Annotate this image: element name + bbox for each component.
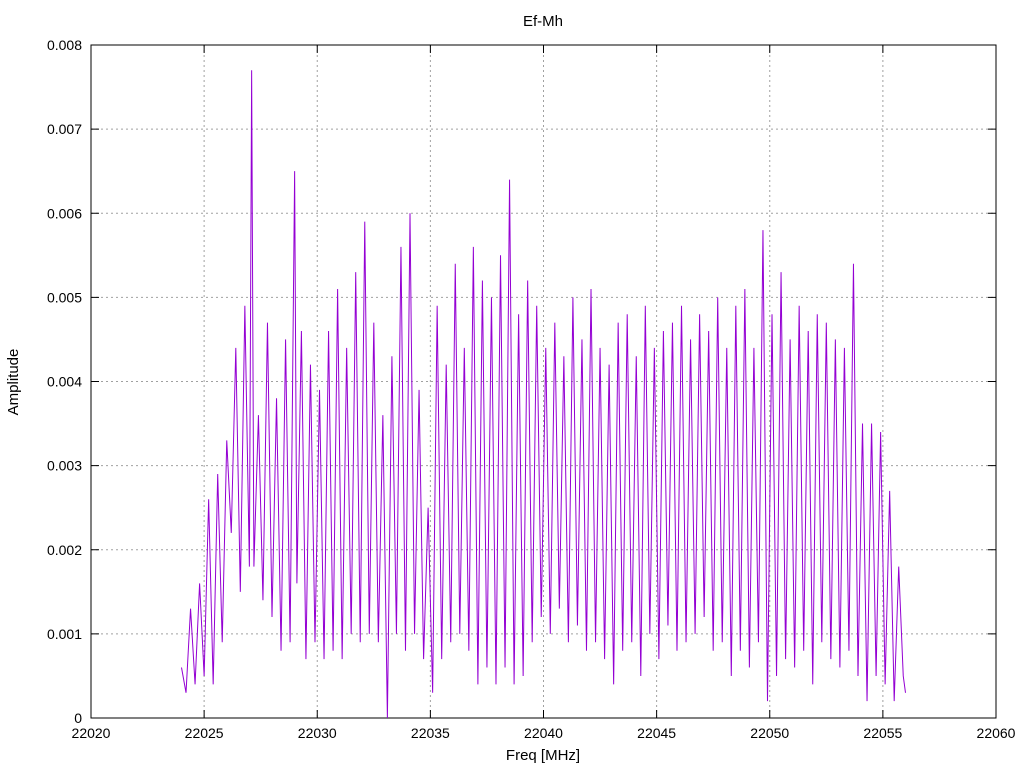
chart-background [0, 0, 1024, 768]
y-tick-label: 0.007 [47, 121, 82, 137]
y-tick-label: 0.006 [47, 205, 82, 221]
x-tick-label: 22045 [637, 725, 676, 741]
chart-title: Ef-Mh [523, 13, 563, 30]
x-tick-label: 22030 [298, 725, 337, 741]
x-tick-label: 22040 [524, 725, 563, 741]
y-tick-label: 0.002 [47, 542, 82, 558]
y-tick-label: 0.004 [47, 374, 82, 390]
x-tick-label: 22020 [72, 725, 111, 741]
y-tick-label: 0 [74, 710, 82, 726]
y-tick-label: 0.008 [47, 37, 82, 53]
x-tick-label: 22025 [185, 725, 224, 741]
chart: 22020 22025 22030 22035 22040 22045 22050 22055… [0, 0, 1024, 768]
x-tick-label: 22060 [977, 725, 1016, 741]
x-tick-label: 22035 [411, 725, 450, 741]
x-axis-label: Freq [MHz] [506, 747, 580, 764]
y-axis-label: Amplitude [5, 349, 22, 416]
y-tick-label: 0.001 [47, 626, 82, 642]
y-tick-label: 0.005 [47, 289, 82, 305]
y-tick-label: 0.003 [47, 458, 82, 474]
x-tick-label: 22055 [863, 725, 902, 741]
x-tick-label: 22050 [750, 725, 789, 741]
